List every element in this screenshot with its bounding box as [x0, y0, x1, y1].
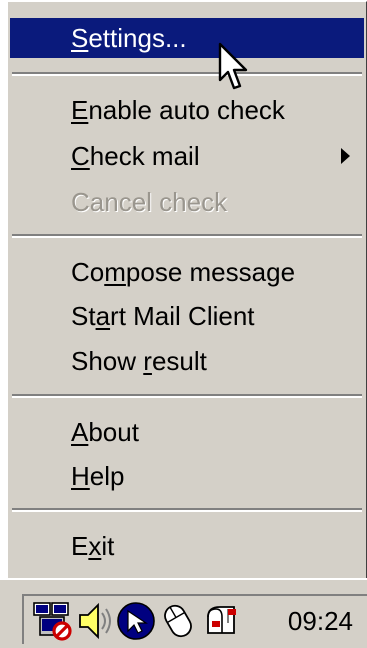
menu-item-cancel-check: Cancel check — [10, 182, 364, 222]
mouse-icon[interactable] — [158, 601, 198, 641]
tray-clock[interactable]: 09:24 — [288, 601, 353, 641]
menu-item-settings-label: ettings... — [88, 23, 187, 53]
mail-checker-icon[interactable] — [202, 601, 242, 641]
menu-item-exit[interactable]: Exit — [10, 526, 364, 566]
menu-item-exit-accelerator: x — [88, 531, 102, 561]
menu-item-show-result-label-pre: Show — [71, 346, 144, 376]
menu-item-show-result-label: esult — [151, 346, 207, 376]
menu-item-help-label: elp — [89, 461, 125, 491]
menu-separator — [12, 72, 362, 76]
menu-separator — [12, 394, 362, 398]
menu-item-compose-message-label-pre: Co — [71, 257, 105, 287]
menu-item-exit-label-pre: E — [71, 531, 89, 561]
menu-item-exit-label: it — [101, 531, 115, 561]
menu-item-compose-message-label: pose message — [125, 257, 296, 287]
menu-item-about[interactable]: About — [10, 412, 364, 452]
network-activity-icon[interactable] — [32, 601, 72, 641]
menu-item-start-mail-client-accelerator: a — [95, 301, 111, 331]
menu-item-show-result[interactable]: Show result — [10, 341, 364, 381]
mouse-pointer-icon — [218, 42, 248, 90]
menu-item-start-mail-client-label: rt Mail Client — [110, 301, 255, 331]
menu-item-start-mail-client-label-pre: St — [71, 301, 96, 331]
taskbar: 09:24 — [0, 578, 367, 648]
menu-item-enable-auto-check-label: nable auto check — [88, 95, 285, 125]
system-tray: 09:24 — [22, 594, 367, 644]
menu-item-show-result-accelerator: r — [143, 346, 152, 376]
menu-item-enable-auto-check[interactable]: Enable auto check — [10, 90, 364, 130]
menu-item-check-mail-label: heck mail — [89, 141, 200, 171]
menu-item-compose-message-accelerator: m — [104, 257, 126, 287]
menu-item-settings[interactable]: Settings... — [10, 18, 364, 58]
speaker-icon[interactable] — [74, 601, 114, 641]
arrow-cursor-icon[interactable] — [116, 601, 156, 641]
menu-item-help-accelerator: H — [71, 461, 90, 491]
context-menu: Settings... Enable auto check Check mail… — [6, 0, 367, 578]
menu-item-compose-message[interactable]: Compose message — [10, 252, 364, 292]
menu-item-help[interactable]: Help — [10, 456, 364, 496]
menu-item-about-label: bout — [88, 417, 139, 447]
menu-separator — [12, 508, 362, 512]
menu-item-check-mail-accelerator: C — [71, 141, 90, 171]
menu-item-settings-accelerator: S — [71, 23, 89, 53]
menu-separator — [12, 234, 362, 238]
menu-item-cancel-check-label: Cancel check — [71, 187, 228, 217]
menu-item-enable-auto-check-accelerator: E — [71, 95, 89, 125]
menu-item-check-mail[interactable]: Check mail — [10, 136, 364, 176]
menu-item-start-mail-client[interactable]: Start Mail Client — [10, 296, 364, 336]
submenu-arrow-icon — [341, 148, 350, 164]
menu-item-about-accelerator: A — [71, 417, 89, 447]
